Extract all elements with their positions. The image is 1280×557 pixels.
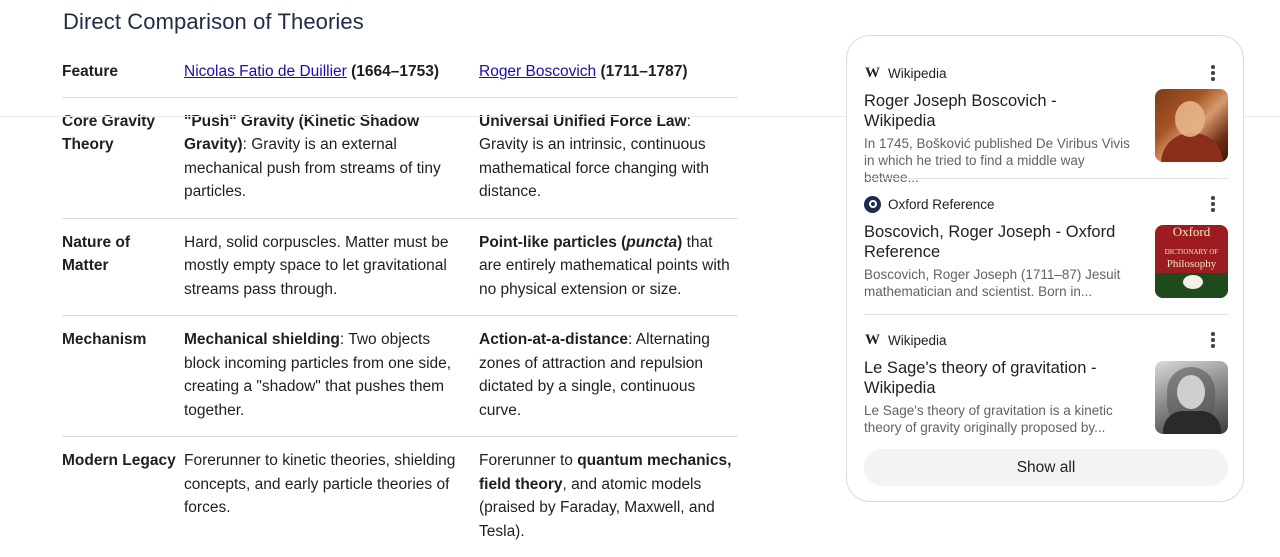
oxford-reference-icon bbox=[864, 196, 881, 213]
sources-panel: W Wikipedia Roger Joseph Boscovich - Wik… bbox=[846, 35, 1244, 502]
row-feature: Nature of Matter bbox=[62, 218, 184, 316]
source-card[interactable]: W Wikipedia Le Sage's theory of gravitat… bbox=[864, 330, 1228, 436]
card-divider bbox=[864, 178, 1228, 179]
source-card[interactable]: Oxford Reference Boscovich, Roger Joseph… bbox=[864, 194, 1228, 300]
cover-subject-text: Philosophy bbox=[1155, 258, 1228, 270]
source-header: W Wikipedia bbox=[864, 63, 1228, 83]
source-name: Wikipedia bbox=[888, 66, 947, 81]
row-feature: Modern Legacy bbox=[62, 437, 184, 557]
cell-text: Forerunner to kinetic theories, shieldin… bbox=[184, 452, 455, 516]
row-fatio-cell: Forerunner to kinetic theories, shieldin… bbox=[184, 437, 479, 557]
boscovich-dates: (1711–1787) bbox=[600, 63, 687, 80]
row-boscovich-cell: Forerunner to quantum mechanics, field t… bbox=[479, 437, 738, 557]
boscovich-link[interactable]: Roger Boscovich bbox=[479, 63, 596, 80]
source-header: Oxford Reference bbox=[864, 194, 1228, 214]
cover-subtitle-text: DICTIONARY OF bbox=[1155, 248, 1228, 256]
row-boscovich-cell: Action-at-a-distance: Alternating zones … bbox=[479, 316, 738, 437]
cover-title-text: Oxford bbox=[1155, 225, 1228, 239]
fatio-link[interactable]: Nicolas Fatio de Duillier bbox=[184, 63, 347, 80]
le-sage-portrait-thumbnail[interactable] bbox=[1155, 361, 1228, 434]
fatio-dates: (1664–1753) bbox=[351, 63, 439, 80]
more-options-icon[interactable] bbox=[1204, 63, 1222, 83]
table-row: Mechanism Mechanical shielding: Two obje… bbox=[62, 316, 738, 437]
cell-bold-text: Mechanical shielding bbox=[184, 331, 340, 348]
source-title[interactable]: Roger Joseph Boscovich - Wikipedia bbox=[864, 92, 1126, 131]
oxford-dictionary-cover-thumbnail[interactable]: Oxford DICTIONARY OF Philosophy bbox=[1155, 225, 1228, 298]
comparison-table: Feature Nicolas Fatio de Duillier (1664–… bbox=[62, 51, 738, 557]
more-options-icon[interactable] bbox=[1204, 194, 1222, 214]
source-header: W Wikipedia bbox=[864, 330, 1228, 350]
boscovich-portrait-thumbnail[interactable] bbox=[1155, 89, 1228, 162]
card-divider bbox=[864, 314, 1228, 315]
source-name: Wikipedia bbox=[888, 333, 947, 348]
wikipedia-w-icon: W bbox=[864, 65, 881, 82]
row-fatio-cell: Hard, solid corpuscles. Matter must be m… bbox=[184, 218, 479, 316]
row-fatio-cell: Mechanical shielding: Two objects block … bbox=[184, 316, 479, 437]
table-header-row: Feature Nicolas Fatio de Duillier (1664–… bbox=[62, 51, 738, 97]
source-snippet: Boscovich, Roger Joseph (1711–87) Jesuit… bbox=[864, 266, 1136, 300]
row-boscovich-cell: Point-like particles (puncta) that are e… bbox=[479, 218, 738, 316]
header-boscovich: Roger Boscovich (1711–1787) bbox=[479, 51, 738, 97]
row-feature: Mechanism bbox=[62, 316, 184, 437]
source-title[interactable]: Le Sage's theory of gravitation - Wikipe… bbox=[864, 359, 1126, 398]
cell-bold-text: Point-like particles ( bbox=[479, 234, 626, 251]
source-snippet: Le Sage's theory of gravitation is a kin… bbox=[864, 402, 1136, 436]
wikipedia-w-icon: W bbox=[864, 332, 881, 349]
header-fatio: Nicolas Fatio de Duillier (1664–1753) bbox=[184, 51, 479, 97]
cell-bold-text: Action-at-a-distance bbox=[479, 331, 628, 348]
cell-text: Forerunner to bbox=[479, 452, 577, 469]
source-name: Oxford Reference bbox=[888, 197, 995, 212]
table-row: Modern Legacy Forerunner to kinetic theo… bbox=[62, 437, 738, 557]
cell-text: Hard, solid corpuscles. Matter must be m… bbox=[184, 234, 448, 298]
cell-italic-text: puncta bbox=[626, 234, 677, 251]
table-row: Nature of Matter Hard, solid corpuscles.… bbox=[62, 218, 738, 316]
show-all-button[interactable]: Show all bbox=[864, 449, 1228, 486]
source-card[interactable]: W Wikipedia Roger Joseph Boscovich - Wik… bbox=[864, 63, 1228, 186]
source-title[interactable]: Boscovich, Roger Joseph - Oxford Referen… bbox=[864, 223, 1126, 262]
page-heading: Direct Comparison of Theories bbox=[63, 9, 364, 35]
header-feature: Feature bbox=[62, 51, 184, 97]
more-options-icon[interactable] bbox=[1204, 330, 1222, 350]
